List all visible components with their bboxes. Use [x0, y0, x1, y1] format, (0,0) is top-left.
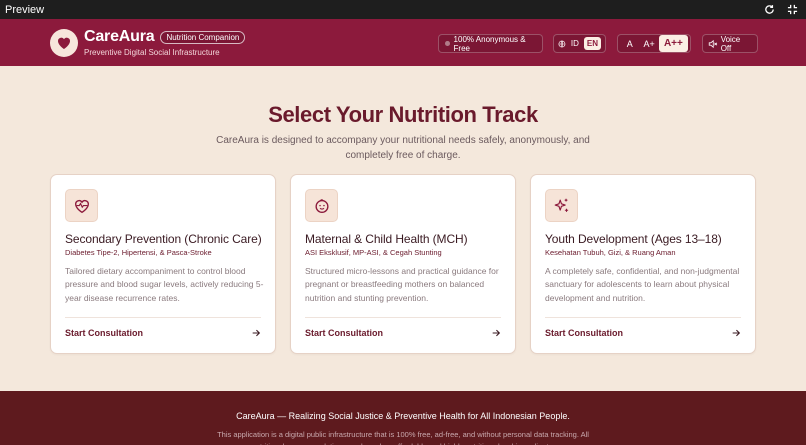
page-title: Select Your Nutrition Track: [268, 102, 538, 127]
card-subtitle: Diabetes Tipe-2, Hipertensi, & Pasca-Str…: [65, 248, 212, 257]
card-description: Structured micro-lessons and practical g…: [305, 266, 499, 303]
lang-id-button[interactable]: ID: [571, 39, 579, 48]
heart-pulse-icon: [65, 189, 98, 222]
card-divider: [65, 317, 261, 318]
arrow-right-icon[interactable]: [251, 328, 261, 338]
track-card-chronic-care[interactable]: Secondary Prevention (Chronic Care) Diab…: [50, 174, 276, 354]
card-description: A completely safe, confidential, and non…: [545, 266, 740, 303]
preview-actions: [764, 4, 798, 15]
sparkles-icon: [545, 189, 578, 222]
font-size-xlarge-button[interactable]: A++: [658, 35, 688, 52]
baby-icon: [305, 189, 338, 222]
footer-note: This application is a digital public inf…: [217, 430, 589, 445]
speaker-muted-icon: [708, 39, 718, 48]
anonymous-badge: 100% Anonymous & Free: [438, 34, 543, 53]
start-consultation-button[interactable]: Start Consultation: [65, 328, 143, 338]
card-subtitle: ASI Eksklusif, MP-ASI, & Cegah Stunting: [305, 248, 442, 257]
card-title: Secondary Prevention (Chronic Care): [65, 232, 262, 246]
start-consultation-button[interactable]: Start Consultation: [545, 328, 623, 338]
page-description: CareAura is designed to accompany your n…: [216, 135, 590, 161]
card-divider: [545, 317, 741, 318]
arrow-right-icon[interactable]: [491, 328, 501, 338]
logo[interactable]: [50, 29, 78, 57]
brand-badge: Nutrition Companion: [160, 30, 246, 44]
brand-subtitle: Preventive Digital Social Infrastructure: [84, 48, 220, 57]
lang-en-button[interactable]: EN: [583, 37, 601, 50]
voice-toggle[interactable]: Voice Off: [702, 34, 758, 53]
preview-bar: Preview: [0, 0, 806, 19]
start-consultation-button[interactable]: Start Consultation: [305, 328, 383, 338]
preview-title: Preview: [5, 3, 45, 16]
track-card-youth[interactable]: Youth Development (Ages 13–18) Kesehatan…: [530, 174, 756, 354]
arrow-right-icon[interactable]: [731, 328, 741, 338]
card-divider: [305, 317, 501, 318]
card-description: Tailored dietary accompaniment to contro…: [65, 266, 264, 303]
globe-icon: [558, 40, 566, 47]
font-size-switcher: A A+ A++: [617, 34, 691, 53]
brand-name: CareAura: [84, 28, 155, 45]
footer-tagline: CareAura — Realizing Social Justice & Pr…: [236, 411, 570, 421]
font-size-normal-button[interactable]: A: [620, 39, 639, 49]
card-title: Youth Development (Ages 13–18): [545, 232, 722, 246]
font-size-large-button[interactable]: A+: [639, 39, 658, 49]
status-dot: [445, 41, 450, 46]
card-title: Maternal & Child Health (MCH): [305, 232, 468, 246]
refresh-icon[interactable]: [764, 4, 775, 15]
brand: CareAura Nutrition Companion Preventive …: [84, 28, 246, 57]
voice-label: Voice Off: [720, 34, 741, 53]
exit-fullscreen-icon[interactable]: [787, 4, 798, 15]
heart-icon: [58, 37, 70, 49]
footer: CareAura — Realizing Social Justice & Pr…: [0, 391, 806, 445]
language-switcher: ID EN: [553, 34, 606, 53]
card-subtitle: Kesehatan Tubuh, Gizi, & Ruang Aman: [545, 248, 676, 257]
anonymous-label: 100% Anonymous & Free: [453, 34, 526, 53]
track-card-maternal-child[interactable]: Maternal & Child Health (MCH) ASI Eksklu…: [290, 174, 516, 354]
